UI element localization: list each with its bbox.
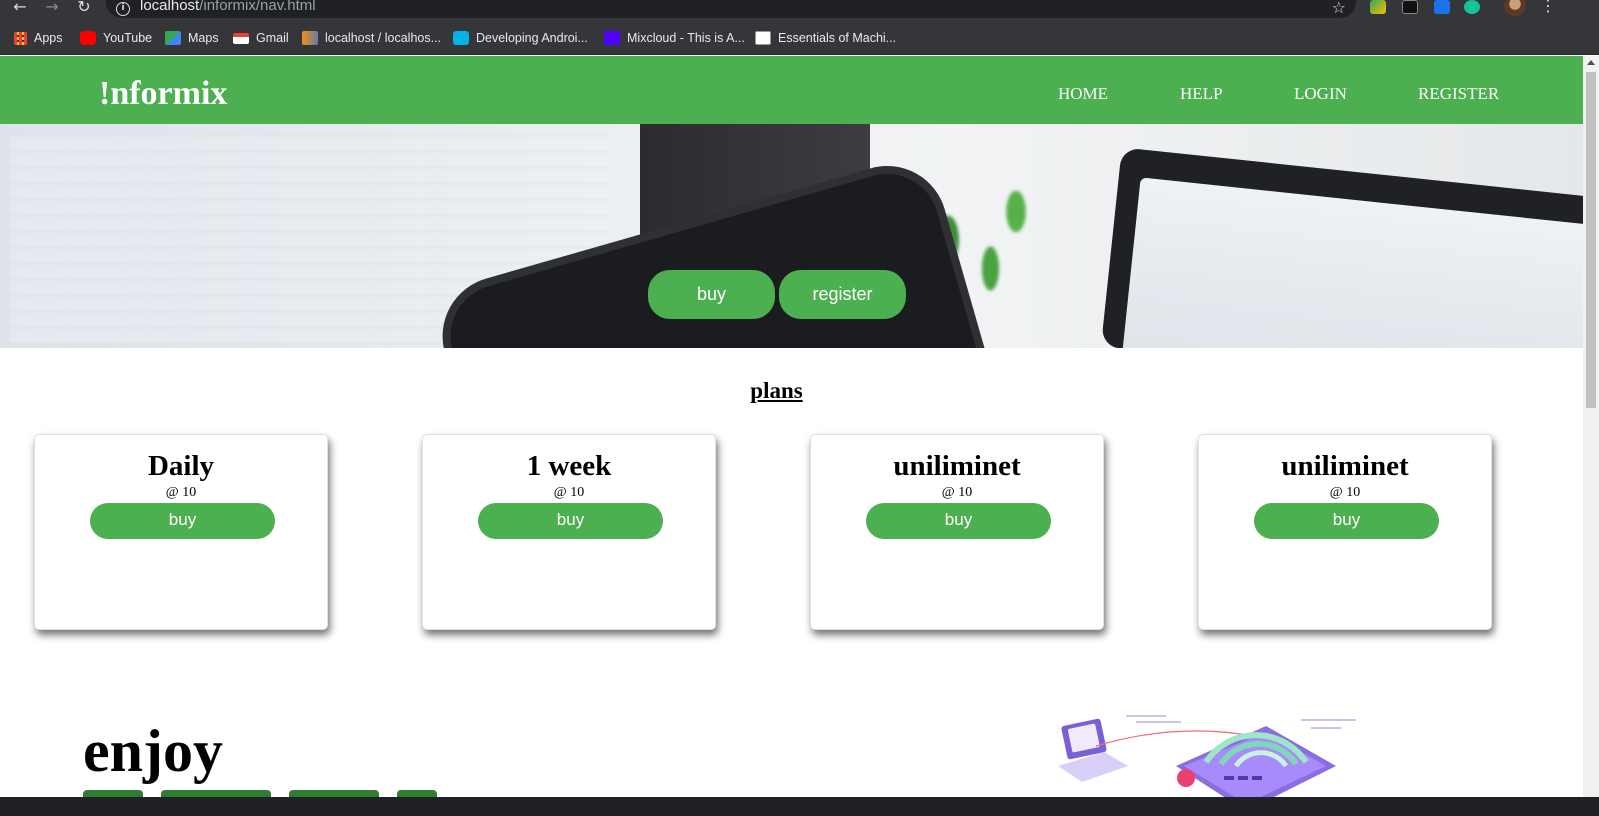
- plan-title: Daily: [147, 450, 215, 482]
- bookmark-star-icon[interactable]: ☆: [1332, 0, 1346, 17]
- bookmark-label: Essentials of Machi...: [778, 31, 897, 45]
- page-viewport: !nformix HOME HELP LOGIN REGISTER ↧ ((◉)…: [0, 56, 1599, 816]
- bookmark-label: YouTube: [103, 31, 153, 45]
- bookmark-label: localhost / localhos...: [325, 31, 442, 45]
- plan-title: uniliminet: [893, 450, 1021, 482]
- browser-toolbar: ← → ↻ i localhost/informix/nav.html ☆ ⋮: [0, 0, 1599, 22]
- reload-icon[interactable]: ↻: [72, 0, 96, 16]
- forward-arrow-icon[interactable]: →: [40, 0, 64, 16]
- nav-help[interactable]: HELP: [1180, 84, 1223, 104]
- gmail-icon: [233, 32, 249, 44]
- plan-price: @ 10: [165, 485, 197, 500]
- plans-heading: plans: [750, 378, 803, 403]
- scrollbar-thumb[interactable]: [1586, 72, 1596, 408]
- plan-card: 1 week @ 10 buy: [422, 434, 716, 630]
- plan-buy-button[interactable]: buy: [866, 503, 1051, 539]
- bookmark-label: Mixcloud - This is A...: [627, 31, 745, 45]
- udacity-icon: [453, 31, 469, 45]
- page-scrollbar[interactable]: [1583, 56, 1599, 816]
- hero-banner: ↧ ((◉)) buy register: [0, 124, 1583, 348]
- bookmark-youtube[interactable]: YouTube: [80, 29, 152, 47]
- bookmark-mixcloud[interactable]: Mixcloud - This is A...: [604, 29, 745, 47]
- plan-card: Daily @ 10 buy: [34, 434, 328, 630]
- plan-buy-button[interactable]: buy: [478, 503, 663, 539]
- extension-icon[interactable]: [1434, 0, 1450, 14]
- phpmyadmin-icon: [302, 31, 318, 45]
- bookmark-udacity[interactable]: Developing Androi...: [453, 29, 588, 47]
- back-arrow-icon[interactable]: ←: [8, 0, 32, 16]
- bookmarks-bar: Apps YouTube Maps Gmail localhost / loca…: [0, 22, 1599, 55]
- plan-card: uniliminet @ 10 buy: [1198, 434, 1492, 630]
- plan-title: 1 week: [526, 450, 612, 482]
- bookmark-label: Apps: [34, 31, 63, 45]
- url-text[interactable]: localhost/informix/nav.html: [140, 0, 316, 14]
- bookmark-gmail[interactable]: Gmail: [233, 29, 289, 47]
- plan-buy-button[interactable]: buy: [90, 503, 275, 539]
- plan-card: uniliminet @ 10 buy: [810, 434, 1104, 630]
- bookmark-label: Gmail: [256, 31, 289, 45]
- taskbar-strip: [0, 797, 1599, 816]
- brand-logo[interactable]: !nformix: [99, 74, 227, 114]
- nav-login[interactable]: LOGIN: [1294, 84, 1347, 104]
- grammarly-icon[interactable]: [1464, 0, 1480, 14]
- bookmark-essentials[interactable]: Essentials of Machi...: [755, 29, 896, 47]
- youtube-icon: [80, 31, 96, 45]
- site-info-icon[interactable]: i: [116, 2, 130, 16]
- hero-register-button[interactable]: register: [779, 270, 906, 319]
- bookmark-label: Developing Androi...: [476, 31, 588, 45]
- url-host: localhost: [140, 0, 200, 14]
- scroll-up-icon[interactable]: [1587, 60, 1595, 65]
- url-path: /informix/nav.html: [199, 0, 316, 14]
- bookmark-label: Maps: [188, 31, 219, 45]
- profile-avatar[interactable]: [1504, 0, 1526, 16]
- mixcloud-icon: [604, 31, 620, 45]
- hero-buy-button[interactable]: buy: [648, 270, 775, 319]
- plan-price: @ 10: [941, 485, 973, 500]
- nav-home[interactable]: HOME: [1058, 84, 1108, 104]
- plan-title: uniliminet: [1281, 450, 1409, 482]
- bookmark-localhost[interactable]: localhost / localhos...: [302, 29, 441, 47]
- chart-icon: [755, 31, 771, 45]
- plan-price: @ 10: [553, 485, 585, 500]
- apps-grid-icon: [14, 31, 27, 45]
- plan-price: @ 10: [1329, 485, 1361, 500]
- maps-icon: [165, 31, 181, 45]
- nav-register[interactable]: REGISTER: [1418, 84, 1499, 104]
- address-bar[interactable]: i localhost/informix/nav.html ☆: [106, 0, 1356, 18]
- browser-menu-icon[interactable]: ⋮: [1540, 0, 1556, 14]
- site-header: !nformix HOME HELP LOGIN REGISTER: [0, 56, 1583, 124]
- laptop-icon: [1058, 718, 1128, 782]
- bookmark-maps[interactable]: Maps: [165, 29, 219, 47]
- extension-icon[interactable]: [1370, 0, 1386, 14]
- extension-icon[interactable]: [1402, 0, 1418, 14]
- plan-buy-button[interactable]: buy: [1254, 503, 1439, 539]
- promo-heading: enjoy: [83, 718, 223, 784]
- bookmark-apps[interactable]: Apps: [14, 29, 63, 47]
